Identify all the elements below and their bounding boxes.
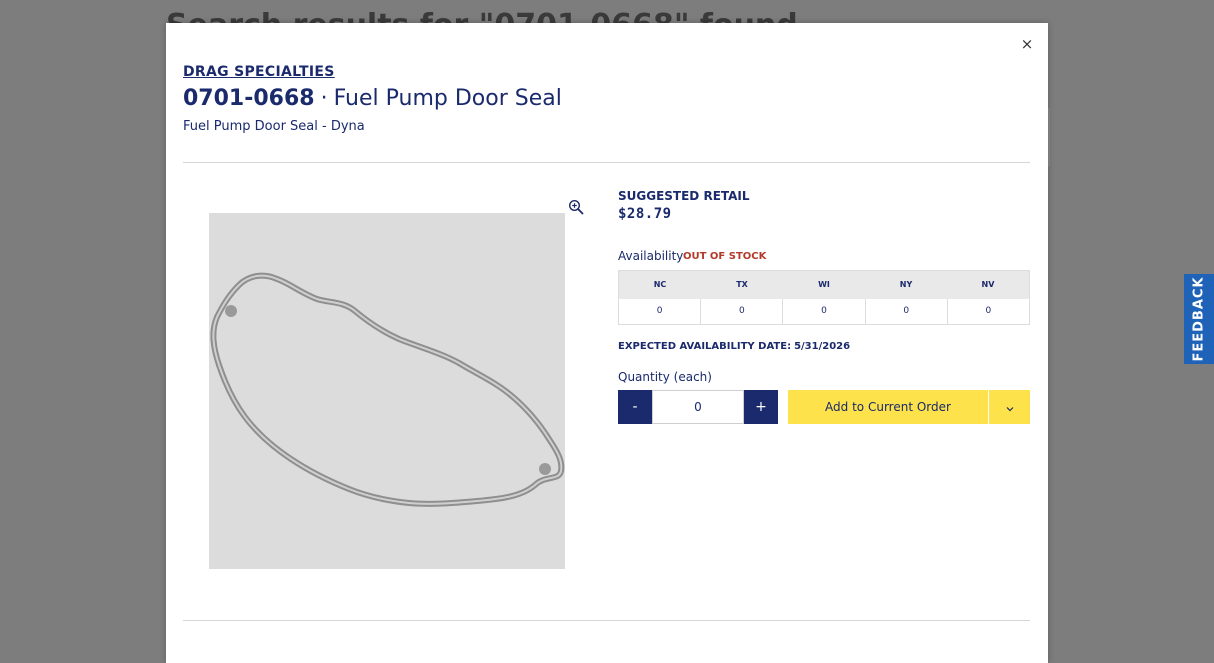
product-description: Fuel Pump Door Seal - Dyna — [183, 119, 365, 134]
product-image[interactable] — [209, 213, 565, 569]
expected-availability: EXPECTED AVAILABILITY DATE: 5/31/2026 — [618, 341, 850, 352]
add-order-dropdown-button[interactable] — [989, 390, 1030, 424]
warehouse-quantity-row: 0 0 0 0 0 — [619, 299, 1029, 324]
expected-availability-label: EXPECTED AVAILABILITY DATE: — [618, 341, 792, 352]
quantity-increment-button[interactable]: + — [744, 390, 778, 424]
warehouse-header-wi: WI — [818, 280, 830, 289]
gasket-illustration — [210, 272, 565, 507]
warehouse-header-row: NC TX WI NY NV — [619, 271, 1029, 299]
suggested-retail-price: $28.79 — [618, 206, 672, 222]
close-button[interactable]: × — [1018, 35, 1036, 53]
availability-label: Availability — [618, 249, 684, 263]
part-name: Fuel Pump Door Seal — [333, 86, 562, 111]
quantity-label: Quantity (each) — [618, 370, 712, 384]
warehouse-stock-table: NC TX WI NY NV 0 0 0 0 0 — [618, 270, 1030, 325]
part-number: 0701-0668 — [183, 86, 315, 111]
warehouse-header-nc: NC — [653, 280, 667, 289]
suggested-retail-label: SUGGESTED RETAIL — [618, 189, 750, 203]
add-to-current-order-button[interactable]: Add to Current Order — [788, 390, 988, 424]
quantity-decrement-button[interactable]: - — [618, 390, 652, 424]
warehouse-header-nv: NV — [981, 280, 995, 289]
chevron-down-icon — [1006, 406, 1013, 411]
feedback-tab-label: FEEDBACK — [1191, 276, 1207, 362]
warehouse-qty-nv: 0 — [985, 306, 992, 316]
header-divider — [183, 162, 1030, 163]
warehouse-qty-wi: 0 — [783, 299, 866, 324]
warehouse-qty-nc: 0 — [619, 299, 702, 324]
product-title: 0701-0668 · Fuel Pump Door Seal — [183, 86, 562, 111]
brand-link[interactable]: DRAG SPECIALTIES — [183, 64, 335, 80]
feedback-tab[interactable]: FEEDBACK — [1184, 274, 1214, 364]
availability-status: OUT OF STOCK — [683, 251, 767, 262]
footer-divider — [183, 620, 1030, 621]
warehouse-qty-ny: 0 — [866, 299, 948, 324]
zoom-in-icon[interactable] — [568, 199, 584, 215]
warehouse-qty-tx: 0 — [701, 299, 784, 324]
warehouse-header-ny: NY — [899, 280, 913, 289]
quantity-input[interactable] — [652, 390, 744, 424]
expected-availability-date: 5/31/2026 — [794, 341, 851, 352]
product-detail-modal: × DRAG SPECIALTIES 0701-0668 · Fuel Pump D… — [166, 23, 1048, 663]
title-separator: · — [320, 86, 328, 111]
close-icon: × — [1020, 35, 1034, 53]
warehouse-header-tx: TX — [736, 280, 748, 289]
